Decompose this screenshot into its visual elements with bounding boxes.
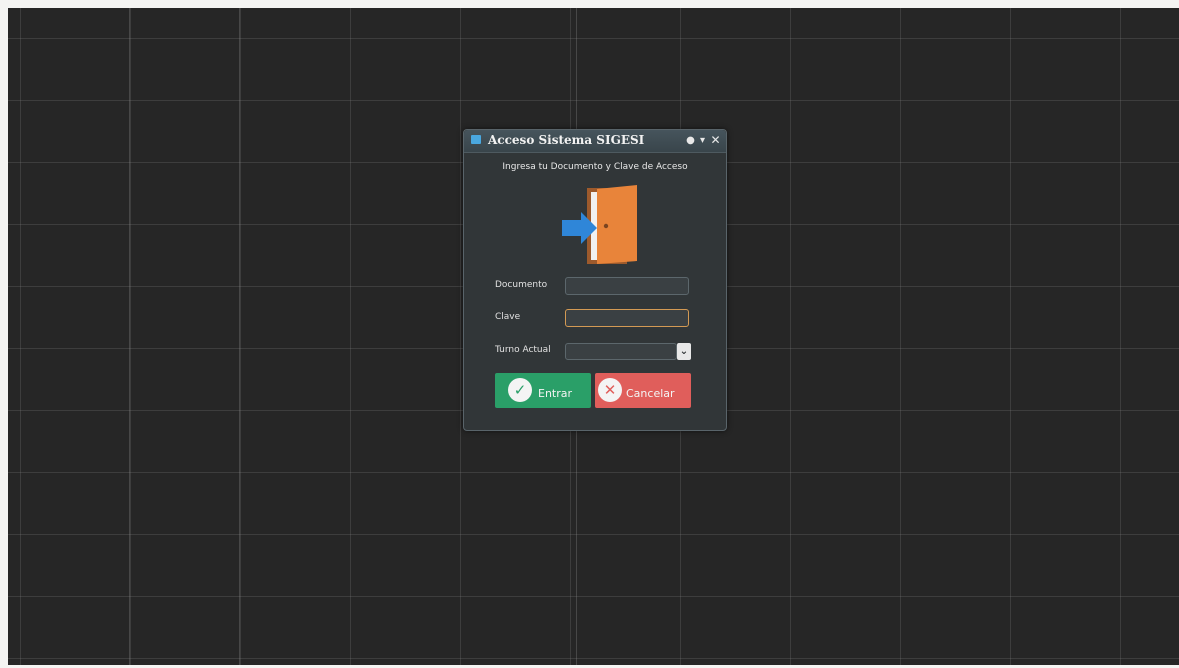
clave-label: Clave [495,312,521,322]
login-instructions: Ingresa tu Documento y Clave de Acceso [502,162,688,172]
turno-select[interactable] [565,343,677,360]
door-enter-icon [562,185,637,264]
close-icon[interactable]: ✕ [710,134,721,147]
grid-line [129,8,130,665]
documento-label: Documento [495,280,548,290]
login-dialog: Acceso Sistema SIGESI ● ▾ ✕ Ingresa tu D… [463,129,727,431]
x-circle-icon: ✕ [598,378,622,402]
cancel-button-label: Cancelar [626,387,675,400]
grid-line [239,8,240,665]
documento-input[interactable] [565,277,689,295]
check-circle-icon: ✓ [508,378,532,402]
door-panel [597,185,637,264]
pin-icon[interactable]: ● [685,134,696,147]
clave-input[interactable] [565,309,689,327]
enter-button-label: Entrar [538,387,573,400]
dialog-title: Acceso Sistema SIGESI [488,133,645,147]
chevron-down-icon[interactable]: ⌄ [677,343,691,360]
turno-label: Turno Actual [495,345,551,355]
door-knob [603,223,609,229]
enter-button[interactable]: ✓ Entrar [495,373,591,408]
dialog-titlebar[interactable]: Acceso Sistema SIGESI ● ▾ ✕ [464,130,726,153]
cancel-button[interactable]: ✕ Cancelar [595,373,691,408]
maximize-icon[interactable]: ▾ [697,134,708,147]
app-icon [471,135,481,144]
